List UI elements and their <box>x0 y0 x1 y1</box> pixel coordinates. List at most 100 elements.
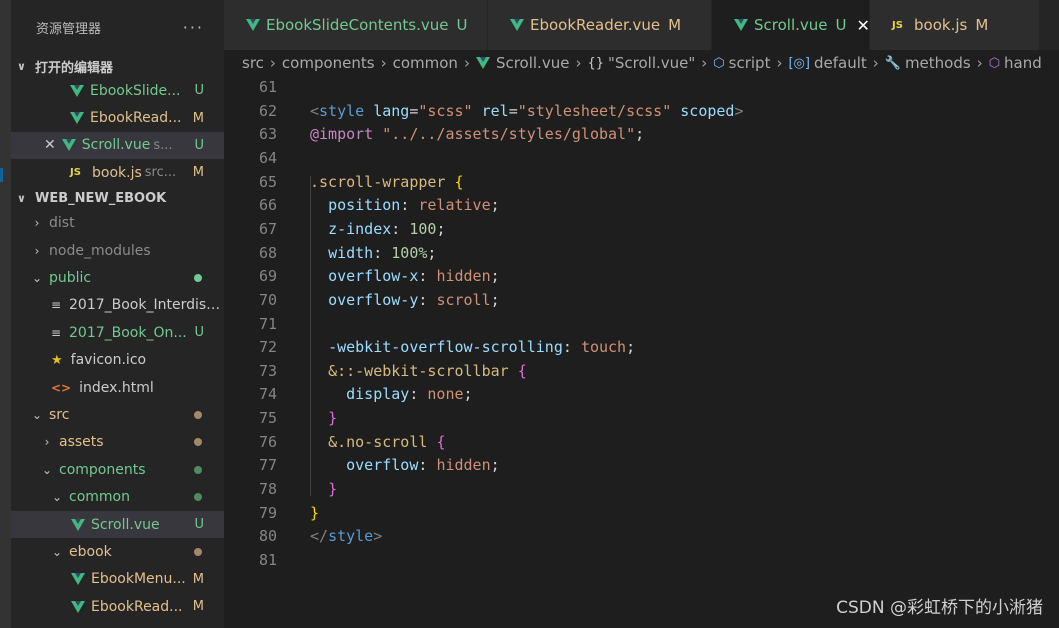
code-token: } <box>310 503 320 522</box>
code-token: ; <box>490 267 500 286</box>
close-tab-icon[interactable]: ✕ <box>856 16 869 35</box>
open-editors-list: EbookSlide... U EbookRead... M ✕ Scroll.vue s.… <box>11 77 224 187</box>
chevron-down-icon: ∨ <box>17 59 26 73</box>
tree-item[interactable]: ⌄ ebook <box>11 538 224 565</box>
breadcrumb-item[interactable]: Scroll.vue <box>496 54 570 72</box>
line-number: 69 <box>258 267 277 286</box>
open-editor-item[interactable]: EbookSlide... U <box>11 77 224 104</box>
tree-item-label: EbookMenu... <box>91 571 186 588</box>
breadcrumb-symbol-icon: 🔧 <box>884 55 901 71</box>
code-line: &.no-scroll { <box>310 433 445 451</box>
git-status-badge: U <box>194 517 204 533</box>
code-token: } <box>328 409 338 428</box>
code-line: } <box>310 480 337 498</box>
code-token: scoped <box>680 101 735 120</box>
tab-scroll-vue[interactable]: Scroll.vue U ✕ <box>712 0 870 50</box>
code-token: overflow-y <box>328 290 419 309</box>
vue-file-icon <box>71 573 85 586</box>
line-number: 75 <box>258 409 277 428</box>
code-token: width <box>328 243 374 262</box>
open-editor-item[interactable]: ✕ Scroll.vue s... U <box>11 131 224 160</box>
tree-item[interactable]: ⌄ components <box>11 456 224 483</box>
breadcrumb-separator: › <box>575 54 582 72</box>
open-editors-section[interactable]: ∨ 打开的编辑器 <box>11 55 224 77</box>
breadcrumb-separator: › <box>701 54 708 72</box>
breadcrumb-item[interactable]: script <box>729 54 771 72</box>
vue-file-icon <box>61 139 76 152</box>
tree-item-label: 2017_Book_On... <box>69 324 187 341</box>
tree-item[interactable]: ≡ 2017_Book_Interdisc... <box>11 292 224 319</box>
tab-ebookreader-vue[interactable]: EbookReader.vue M <box>488 0 712 50</box>
watermark: CSDN @彩虹桥下的小淅猪 <box>836 598 1043 618</box>
tree-item-label: 2017_Book_Interdisc... <box>69 297 224 314</box>
code-line: position: relative; <box>310 196 500 214</box>
tree-item[interactable]: EbookMenu... M <box>11 566 224 593</box>
line-number: 77 <box>258 456 277 475</box>
project-title: WEB_NEW_EBOOK <box>35 191 167 207</box>
close-icon[interactable]: ✕ <box>44 137 56 153</box>
code-token: "scss" <box>418 101 473 120</box>
tree-item[interactable]: ⌄ common <box>11 483 224 510</box>
code-token: position <box>328 196 401 215</box>
line-number: 65 <box>258 172 277 191</box>
tree-item[interactable]: ⌄ src <box>11 401 224 428</box>
code-token: ; <box>436 219 446 238</box>
breadcrumb-item[interactable]: methods <box>905 54 971 72</box>
breadcrumb-item[interactable]: "Scroll.vue" <box>608 54 695 72</box>
code-token: > <box>734 101 744 120</box>
breadcrumb-item[interactable]: src <box>242 54 264 72</box>
activity-bar <box>0 0 11 628</box>
vue-file-icon <box>475 57 490 69</box>
more-actions-icon[interactable]: ··· <box>183 18 204 37</box>
line-number: 73 <box>258 361 277 380</box>
line-number: 61 <box>258 78 277 96</box>
code-line: <style lang="scss" rel="stylesheet/scss"… <box>310 102 744 120</box>
activity-indicator <box>0 168 3 182</box>
code-line: z-index: 100; <box>310 220 445 238</box>
editor-tabs: EbookSlideContents.vue U EbookReader.vue M S… <box>224 0 1059 50</box>
code-line: } <box>310 504 319 522</box>
code-token: : <box>418 456 437 475</box>
code-token: < <box>310 101 320 120</box>
code-token: none <box>427 385 464 404</box>
breadcrumb-item[interactable]: hand <box>1004 54 1042 72</box>
git-status-dot <box>194 547 202 556</box>
open-editor-item[interactable]: EbookRead... M <box>11 104 224 131</box>
tree-item[interactable]: ⌄ public <box>11 264 224 291</box>
tree-item[interactable]: ≡ 2017_Book_On... U <box>11 319 224 346</box>
code-token: "../../assets/styles/global" <box>382 125 636 144</box>
breadcrumb-symbol-icon: {} <box>587 55 604 71</box>
vue-file-icon <box>70 112 84 125</box>
project-section[interactable]: ∨ WEB_NEW_EBOOK <box>11 188 224 210</box>
code-token: ; <box>490 196 500 215</box>
code-line: display: none; <box>310 385 472 404</box>
code-token: : <box>409 385 428 404</box>
git-status-badge: U <box>194 83 204 99</box>
tree-item[interactable]: ★ favicon.ico <box>11 347 224 374</box>
chevron-right-icon: › <box>34 216 40 231</box>
line-number: 80 <box>258 527 277 546</box>
code-line: .scroll-wrapper { <box>310 173 464 191</box>
breadcrumb-item[interactable]: default <box>814 54 867 72</box>
open-editor-name: EbookRead... <box>90 110 182 127</box>
tree-item[interactable]: <> index.html <box>11 374 224 401</box>
breadcrumb-separator: › <box>976 54 983 72</box>
git-status-dot <box>194 438 202 447</box>
tab-ebookslidecontents-vue[interactable]: EbookSlideContents.vue U <box>224 0 488 50</box>
breadcrumb-item[interactable]: common <box>393 54 458 72</box>
vue-file-icon <box>70 84 84 97</box>
tree-item[interactable]: › dist <box>11 210 224 237</box>
tree-item[interactable]: › assets <box>11 429 224 456</box>
tree-item[interactable]: Scroll.vue U <box>11 510 224 539</box>
code-token: ; <box>490 456 500 475</box>
tab-book-js[interactable]: JS book.js M <box>870 0 1040 50</box>
open-editor-item[interactable]: JS book.js src... M <box>11 159 224 186</box>
tree-item[interactable]: EbookRead... M <box>11 593 224 620</box>
tree-item[interactable]: › node_modules <box>11 237 224 264</box>
breadcrumb-item[interactable]: components <box>282 54 375 72</box>
tab-status: U <box>456 16 468 34</box>
